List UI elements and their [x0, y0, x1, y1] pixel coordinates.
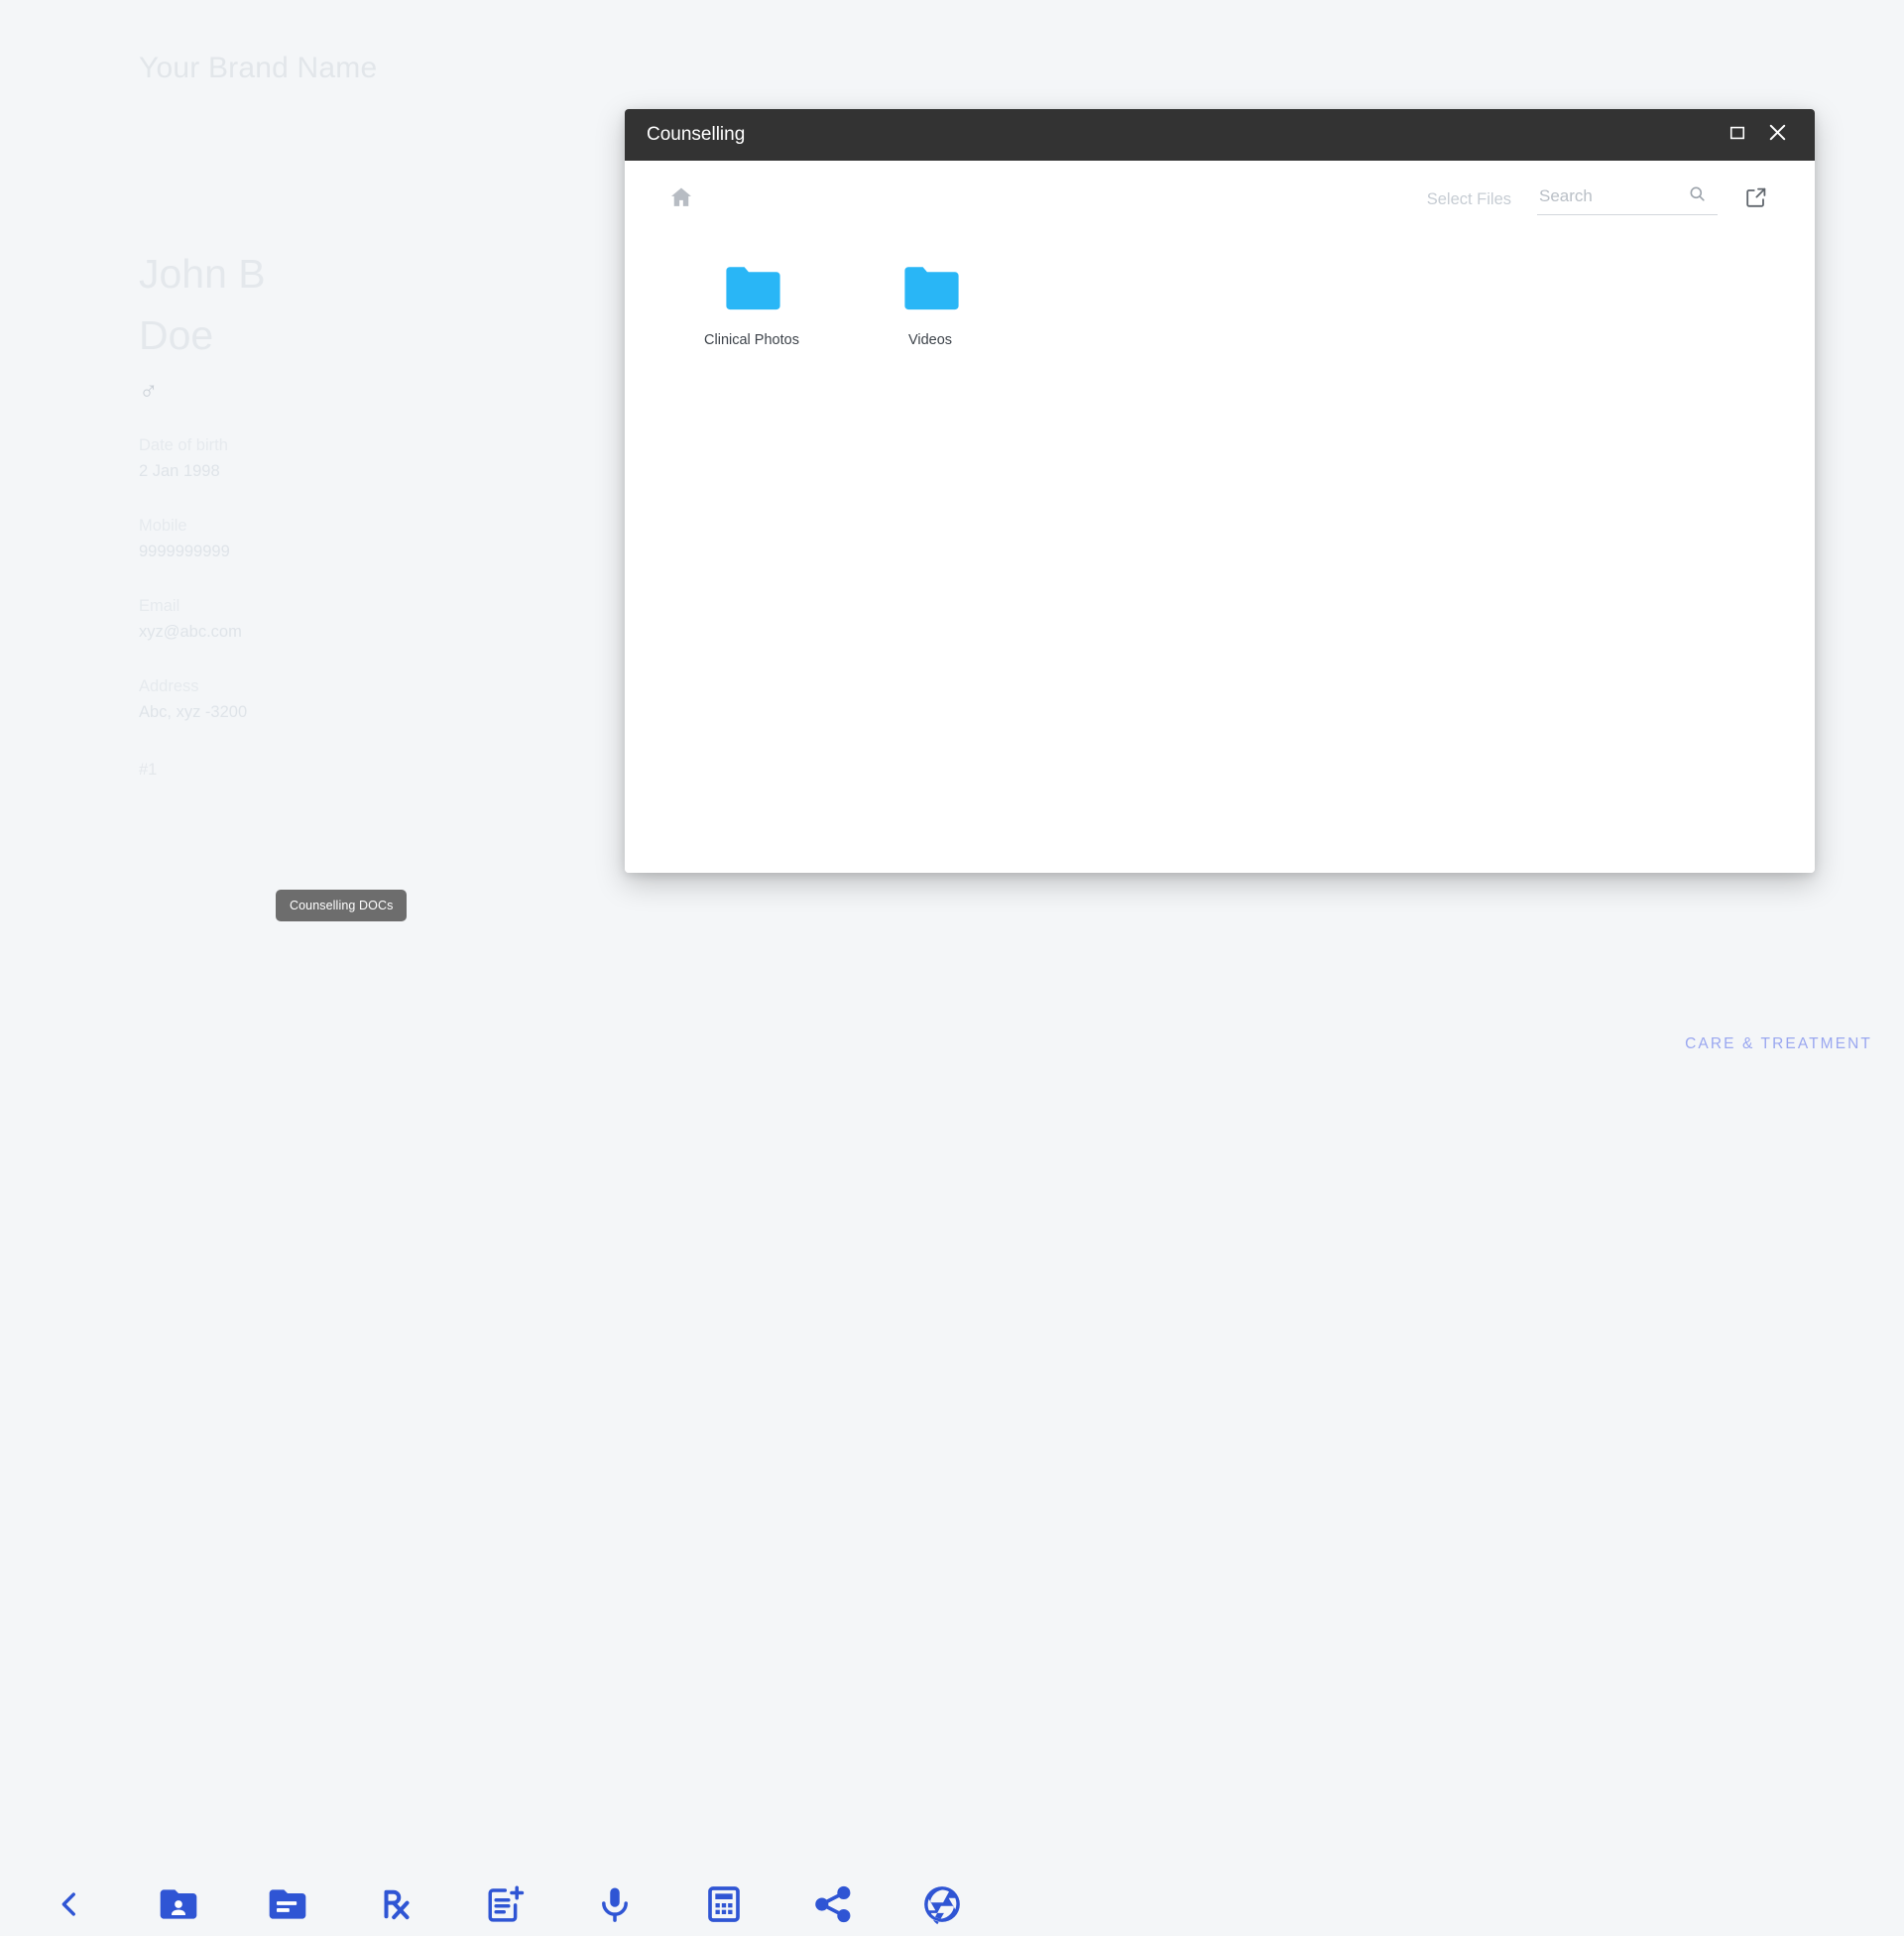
prescription-button[interactable]	[365, 1873, 428, 1936]
dialog-titlebar: Counselling	[625, 109, 1815, 161]
close-button[interactable]	[1757, 115, 1797, 155]
note-add-icon	[485, 1883, 527, 1925]
back-chevron-icon	[53, 1887, 86, 1921]
folder-icon	[901, 266, 959, 311]
home-button[interactable]	[662, 181, 700, 218]
add-note-button[interactable]	[474, 1873, 537, 1936]
field-value: 2 Jan 1998	[139, 462, 220, 480]
folder-label: Clinical Photos	[704, 332, 799, 348]
microphone-icon	[594, 1883, 636, 1925]
search-field[interactable]	[1537, 184, 1718, 215]
field-label: Mobile	[139, 517, 187, 535]
search-icon	[1688, 184, 1707, 208]
search-button[interactable]	[1685, 184, 1709, 208]
search-input[interactable]	[1537, 184, 1685, 207]
brand-name: Your Brand Name	[139, 52, 378, 84]
files-grid: Clinical Photos Videos	[625, 238, 1815, 348]
calculator-icon	[704, 1884, 744, 1924]
camera-aperture-icon	[921, 1883, 963, 1925]
field-date-of-birth: Date of birth 2 Jan 1998	[139, 433, 555, 484]
voice-record-button[interactable]	[583, 1873, 647, 1936]
calculator-button[interactable]	[692, 1873, 756, 1936]
back-button[interactable]	[38, 1873, 101, 1936]
dialog-body: Select Files Search Clinical Photos Vide…	[625, 161, 1815, 873]
folder-documents-icon	[266, 1882, 309, 1926]
folder-person-icon	[157, 1882, 200, 1926]
share-button[interactable]	[801, 1873, 865, 1936]
patient-name-line-1: John B	[139, 251, 266, 297]
gender-male-icon: ♂	[139, 376, 159, 406]
patient-name: John B Doe	[139, 243, 307, 366]
share-icon	[812, 1883, 854, 1925]
care-treatment-footer: CARE & TREATMENT	[1685, 1035, 1872, 1052]
prescription-rx-icon	[376, 1883, 417, 1925]
patient-name-line-2: Doe	[139, 312, 214, 358]
field-label: Date of birth	[139, 436, 228, 454]
folder-label: Videos	[907, 332, 953, 348]
home-icon	[668, 184, 694, 215]
field-address: Address Abc, xyz -3200	[139, 674, 555, 725]
close-icon	[1766, 121, 1789, 149]
camera-button[interactable]	[910, 1873, 974, 1936]
field-value: 9999999999	[139, 543, 230, 560]
folder-item[interactable]: Clinical Photos	[662, 260, 841, 348]
patient-number: #1	[139, 761, 158, 779]
field-email: Email xyz@abc.com	[139, 594, 555, 645]
dialog-title: Counselling	[647, 124, 746, 145]
select-files-button[interactable]: Select Files	[1427, 190, 1511, 209]
field-mobile: Mobile 9999999999	[139, 514, 555, 564]
maximize-icon	[1727, 123, 1747, 148]
folder-icon	[723, 266, 780, 311]
counselling-dialog: Counselling Select Files Search Clinical…	[625, 109, 1815, 873]
field-label: Address	[139, 677, 199, 695]
dialog-toolbar: Select Files	[625, 161, 1815, 238]
patient-folder-button[interactable]	[147, 1873, 210, 1936]
field-label: Email	[139, 597, 180, 615]
bottom-toolbar: CARE & TREATMENT	[0, 912, 1904, 1925]
folder-item[interactable]: Videos	[841, 260, 1019, 348]
open-in-new-icon	[1744, 185, 1768, 214]
field-value: Abc, xyz -3200	[139, 703, 248, 721]
maximize-button[interactable]	[1718, 115, 1757, 155]
documents-folder-button[interactable]	[256, 1873, 319, 1936]
field-value: xyz@abc.com	[139, 623, 242, 641]
open-in-new-button[interactable]	[1739, 182, 1773, 216]
patient-info-panel: John B Doe ♂ Date of birth 2 Jan 1998 Mo…	[139, 243, 555, 780]
